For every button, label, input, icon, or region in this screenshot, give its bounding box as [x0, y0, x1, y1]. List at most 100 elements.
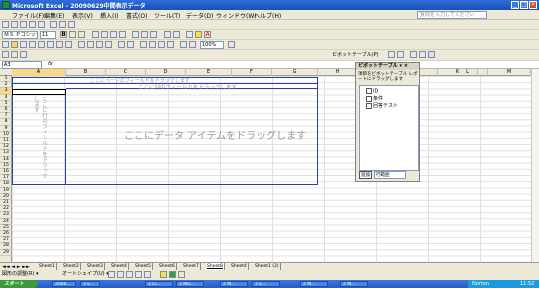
- column-header[interactable]: C: [106, 69, 146, 76]
- toolbar-icon[interactable]: [2, 51, 9, 58]
- field-item[interactable]: 条件: [366, 95, 383, 102]
- percent-icon[interactable]: [141, 31, 148, 38]
- format-painter-icon[interactable]: [105, 41, 112, 48]
- sheet-tab[interactable]: Sheet3: [86, 263, 105, 270]
- toolbar-icon[interactable]: [20, 21, 27, 28]
- start-button[interactable]: スタート: [0, 280, 38, 288]
- print-preview-icon[interactable]: [56, 41, 63, 48]
- toolbar-icon[interactable]: [29, 21, 36, 28]
- spelling-icon[interactable]: [65, 41, 72, 48]
- copy-icon[interactable]: [87, 41, 94, 48]
- close-button[interactable]: ×: [529, 1, 537, 9]
- undo-icon[interactable]: [118, 41, 125, 48]
- paste-icon[interactable]: [96, 41, 103, 48]
- minimize-button[interactable]: _: [511, 1, 519, 9]
- column-header[interactable]: A: [12, 69, 66, 76]
- sheet-tab[interactable]: Sheet2: [62, 263, 81, 270]
- font-color-icon[interactable]: [178, 271, 185, 278]
- hyperlink-icon[interactable]: [140, 41, 147, 48]
- fx-icon[interactable]: fx: [48, 61, 53, 67]
- column-header[interactable]: M: [488, 69, 531, 76]
- toolbar-icon[interactable]: [20, 51, 27, 58]
- vertical-scrollbar[interactable]: [531, 69, 539, 262]
- name-box[interactable]: A3: [2, 61, 42, 69]
- new-icon[interactable]: [2, 41, 9, 48]
- autoshape-menu[interactable]: オートシェイプ(U) ▾: [62, 270, 109, 278]
- field-item[interactable]: ID: [366, 88, 378, 95]
- sheet-tab-active[interactable]: Sheet8: [206, 263, 225, 270]
- column-header[interactable]: B: [66, 69, 106, 76]
- pane-title[interactable]: ピボットテーブル ▾ ×: [356, 63, 419, 70]
- field-item[interactable]: 回答テスト: [366, 102, 398, 109]
- taskbar-item[interactable]: 2 Li...: [145, 281, 173, 287]
- line-icon[interactable]: [108, 271, 115, 278]
- pivot-refresh-icon[interactable]: [410, 51, 417, 58]
- norton-icon[interactable]: Norton: [472, 280, 489, 288]
- save-icon[interactable]: [20, 41, 27, 48]
- field-checkbox[interactable]: [366, 102, 372, 109]
- chart-wizard-icon[interactable]: [180, 41, 187, 48]
- menu-help[interactable]: ヘルプ(H): [254, 11, 281, 20]
- pivot-table-menu[interactable]: ピボットテーブル(P): [332, 51, 379, 59]
- taskbar-item[interactable]: 3 E...: [80, 281, 100, 287]
- column-header[interactable]: L: [448, 69, 488, 76]
- draw-menu[interactable]: 図形の調整(R) ▾: [2, 270, 38, 278]
- menu-file[interactable]: ファイル(F): [12, 11, 44, 20]
- add-to-button[interactable]: 追加: [359, 171, 372, 179]
- toolbar-icon[interactable]: [59, 21, 66, 28]
- menu-data[interactable]: データ(D): [186, 11, 213, 20]
- column-header[interactable]: F: [232, 69, 272, 76]
- sheet-tab[interactable]: Sheet6: [158, 263, 177, 270]
- rectangle-icon[interactable]: [126, 271, 133, 278]
- row-header[interactable]: 29: [0, 250, 12, 256]
- toolbar-icon[interactable]: [68, 21, 75, 28]
- toolbar-icon[interactable]: [38, 21, 45, 28]
- toolbar-icon[interactable]: [11, 21, 18, 28]
- taskbar-item[interactable]: 2 M...: [220, 281, 248, 287]
- sort-descending-icon[interactable]: [167, 41, 174, 48]
- align-left-icon[interactable]: [92, 31, 99, 38]
- clock[interactable]: 11:52: [520, 280, 534, 288]
- pivot-field-list-icon[interactable]: [428, 51, 435, 58]
- help-search-input[interactable]: 質問を入力してください: [417, 11, 487, 19]
- arrow-icon[interactable]: [117, 271, 124, 278]
- borders-icon[interactable]: [186, 31, 193, 38]
- menu-format[interactable]: 書式(O): [126, 11, 147, 20]
- comma-icon[interactable]: [150, 31, 157, 38]
- menu-window[interactable]: ウィンドウ(W): [216, 11, 257, 20]
- italic-icon[interactable]: [69, 31, 76, 38]
- bold-icon[interactable]: B: [60, 31, 67, 38]
- redo-icon[interactable]: [127, 41, 134, 48]
- column-header[interactable]: G: [272, 69, 318, 76]
- textbox-icon[interactable]: [144, 271, 151, 278]
- drawing-icon[interactable]: [189, 41, 196, 48]
- field-checkbox[interactable]: [366, 95, 372, 102]
- maximize-button[interactable]: □: [520, 1, 528, 9]
- taskbar-item[interactable]: 3 E...: [252, 281, 280, 287]
- active-cell[interactable]: [12, 89, 66, 95]
- sheet-tab[interactable]: Sheet5: [134, 263, 153, 270]
- toolbar-icon[interactable]: [50, 21, 57, 28]
- pivot-field-settings-icon[interactable]: [419, 51, 426, 58]
- oval-icon[interactable]: [135, 271, 142, 278]
- font-color-icon[interactable]: A: [204, 31, 211, 38]
- font-name-select[interactable]: ＭＳ Ｐゴシック: [2, 31, 38, 39]
- taskbar-item[interactable]: 2 M...: [300, 281, 328, 287]
- menu-insert[interactable]: 挿入(I): [100, 11, 118, 20]
- pivot-format-icon[interactable]: [388, 51, 395, 58]
- indent-icon[interactable]: [164, 31, 171, 38]
- underline-icon[interactable]: [78, 31, 85, 38]
- email-icon[interactable]: [38, 41, 45, 48]
- align-right-icon[interactable]: [110, 31, 117, 38]
- permission-icon[interactable]: [29, 41, 36, 48]
- autosum-icon[interactable]: [149, 41, 156, 48]
- menu-view[interactable]: 表示(V): [72, 11, 93, 20]
- sheet-tab[interactable]: Sheet4: [230, 263, 249, 270]
- open-icon[interactable]: [11, 41, 18, 48]
- cut-icon[interactable]: [78, 41, 85, 48]
- toolbar-icon[interactable]: [11, 51, 18, 58]
- sheet-tab[interactable]: Sheet7: [182, 263, 201, 270]
- taskbar-item[interactable]: 2 Mic...: [176, 281, 204, 287]
- currency-icon[interactable]: [132, 31, 139, 38]
- outdent-icon[interactable]: [173, 31, 180, 38]
